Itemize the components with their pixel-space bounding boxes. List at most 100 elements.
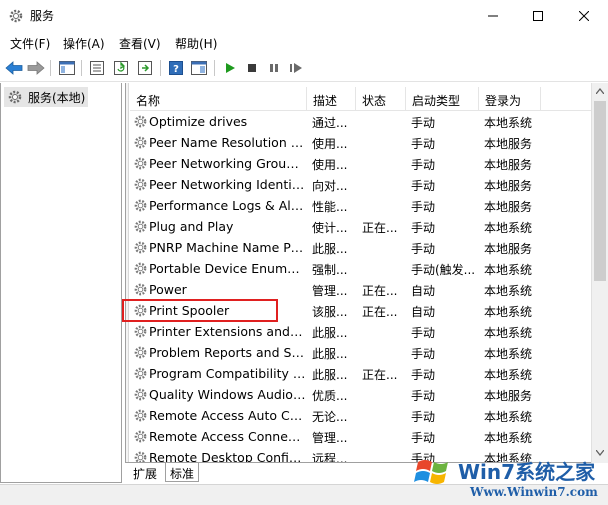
service-startup-type: 手动 (411, 368, 436, 382)
back-arrow-icon[interactable] (3, 58, 25, 78)
resume-service-icon[interactable] (285, 58, 307, 78)
service-gear-icon (133, 324, 148, 339)
service-name-cell: Remote Access Auto Connection (132, 408, 306, 423)
tree-item-label: 服务(本地) (28, 91, 86, 105)
table-row[interactable]: Printer Extensions and Notifications 此服..… (130, 321, 600, 342)
services-list-panel: 名称 描述 状态 启动类型 登录为 Optimize drives 通过... 手动… (125, 83, 608, 463)
service-gear-icon (133, 156, 148, 171)
service-name-cell: Program Compatibility Assistant (132, 366, 306, 381)
menu-bar: 文件(F) 操作(A) 查看(V) 帮助(H) (0, 31, 608, 53)
service-log-on-as: 本地系统 (484, 368, 533, 382)
service-name: Peer Networking Grouping (149, 156, 306, 171)
service-log-on-as: 本地服务 (484, 137, 533, 151)
properties-icon[interactable] (86, 58, 108, 78)
table-row[interactable]: Performance Logs & Alerts 性能... 手动 本地服务 (130, 195, 600, 216)
table-row[interactable]: Plug and Play 使计... 正在... 手动 本地系统 (130, 216, 600, 237)
table-row[interactable]: Power 管理... 正在... 自动 本地系统 (130, 279, 600, 300)
service-status: 正在... (362, 305, 398, 319)
menu-help[interactable]: 帮助(H) (175, 35, 217, 52)
list-header: 名称 描述 状态 启动类型 登录为 (130, 87, 600, 111)
service-description: 优质... (312, 389, 348, 403)
service-log-on-as: 本地系统 (484, 326, 533, 340)
table-row[interactable]: Portable Device Enumerator 强制... 手动(触发... 本… (130, 258, 600, 279)
console-tree: 服务(本地) (0, 83, 122, 483)
service-name-cell: Plug and Play (132, 219, 306, 234)
vertical-scrollbar[interactable] (591, 83, 608, 463)
show-hide-icon[interactable] (188, 58, 210, 78)
service-name-cell: Remote Access Connection (132, 429, 306, 444)
table-row[interactable]: PNRP Machine Name Publication 此服... 手动 本地服务 (130, 237, 600, 258)
service-name: Power (149, 282, 187, 297)
column-header-name[interactable]: 名称 (130, 87, 307, 111)
menu-view[interactable]: 查看(V) (119, 35, 161, 52)
tree-item-services-local[interactable]: 服务(本地) (4, 87, 89, 107)
service-description: 此服... (312, 242, 348, 256)
service-description: 无论... (312, 410, 348, 424)
service-status: 正在... (362, 368, 398, 382)
service-name-cell: Power (132, 282, 306, 297)
column-header-log-on-as[interactable]: 登录为 (479, 87, 541, 111)
table-row[interactable]: Peer Networking Grouping 使用... 手动 本地服务 (130, 153, 600, 174)
service-startup-type: 手动 (411, 137, 436, 151)
title-bar: 服务 (0, 0, 608, 31)
service-status: 正在... (362, 221, 398, 235)
service-startup-type: 手动 (411, 326, 436, 340)
service-name-cell: Peer Networking Grouping (132, 156, 306, 171)
pause-service-icon[interactable] (263, 58, 285, 78)
service-description: 使用... (312, 158, 348, 172)
service-name-cell: Printer Extensions and Notifications (132, 324, 306, 339)
forward-arrow-icon[interactable] (25, 58, 47, 78)
table-row[interactable]: Quality Windows Audio Video 优质... 手动 本地服务 (130, 384, 600, 405)
service-name-cell: Quality Windows Audio Video (132, 387, 306, 402)
service-log-on-as: 本地服务 (484, 242, 533, 256)
scrollbar-thumb[interactable] (594, 101, 606, 281)
refresh-icon[interactable] (110, 58, 132, 78)
service-description: 向对... (312, 179, 348, 193)
service-startup-type: 手动 (411, 347, 436, 361)
column-header-status[interactable]: 状态 (356, 87, 406, 111)
tab-extended[interactable]: 扩展 (129, 463, 161, 482)
console-tree-icon[interactable] (56, 58, 78, 78)
table-row[interactable]: Optimize drives 通过... 手动 本地系统 (130, 111, 600, 132)
table-row[interactable]: Peer Name Resolution Protocol 使用... 手动 本地服务 (130, 132, 600, 153)
export-list-icon[interactable] (134, 58, 156, 78)
toolbar-separator (81, 60, 82, 76)
service-description: 此服... (312, 326, 348, 340)
service-startup-type: 手动 (411, 431, 436, 445)
toolbar-separator (50, 60, 51, 76)
menu-file[interactable]: 文件(F) (10, 35, 50, 52)
service-startup-type: 自动 (411, 305, 436, 319)
service-name: Portable Device Enumerator (149, 261, 306, 276)
menu-action[interactable]: 操作(A) (63, 35, 105, 52)
close-button[interactable] (561, 0, 607, 31)
minimize-button[interactable] (470, 0, 516, 31)
service-gear-icon (133, 387, 148, 402)
watermark: Win7系统之家 Www.Winwin7.com (410, 452, 608, 505)
windows-logo-icon (414, 460, 448, 484)
service-description: 远程... (312, 452, 348, 463)
table-row[interactable]: Peer Networking Identity Manager 向对... 手动 本… (130, 174, 600, 195)
start-service-icon[interactable] (219, 58, 241, 78)
service-description: 强制... (312, 263, 348, 277)
service-gear-icon (133, 135, 148, 150)
service-log-on-as: 本地服务 (484, 200, 533, 214)
maximize-button[interactable] (515, 0, 561, 31)
table-row[interactable]: Program Compatibility Assistant 此服... 正在..… (130, 363, 600, 384)
service-description: 管理... (312, 431, 348, 445)
watermark-url: Www.Winwin7.com (470, 485, 598, 499)
window-title: 服务 (30, 9, 55, 23)
service-startup-type: 手动(触发... (411, 263, 476, 277)
minimize-icon (488, 15, 498, 16)
table-row[interactable]: Problem Reports and Solutions 此服... 手动 本地系统 (130, 342, 600, 363)
stop-service-icon[interactable] (241, 58, 263, 78)
tab-standard[interactable]: 标准 (165, 463, 200, 482)
column-header-description[interactable]: 描述 (307, 87, 356, 111)
table-row[interactable]: Remote Access Connection 管理... 手动 本地系统 (130, 426, 600, 447)
scroll-up-icon[interactable] (592, 83, 608, 99)
help-icon[interactable]: ? (165, 58, 187, 78)
close-icon (579, 10, 589, 21)
service-description: 管理... (312, 284, 348, 298)
service-name-cell: Portable Device Enumerator (132, 261, 306, 276)
table-row[interactable]: Remote Access Auto Connection 无论... 手动 本地系统 (130, 405, 600, 426)
column-header-startup-type[interactable]: 启动类型 (406, 87, 479, 111)
